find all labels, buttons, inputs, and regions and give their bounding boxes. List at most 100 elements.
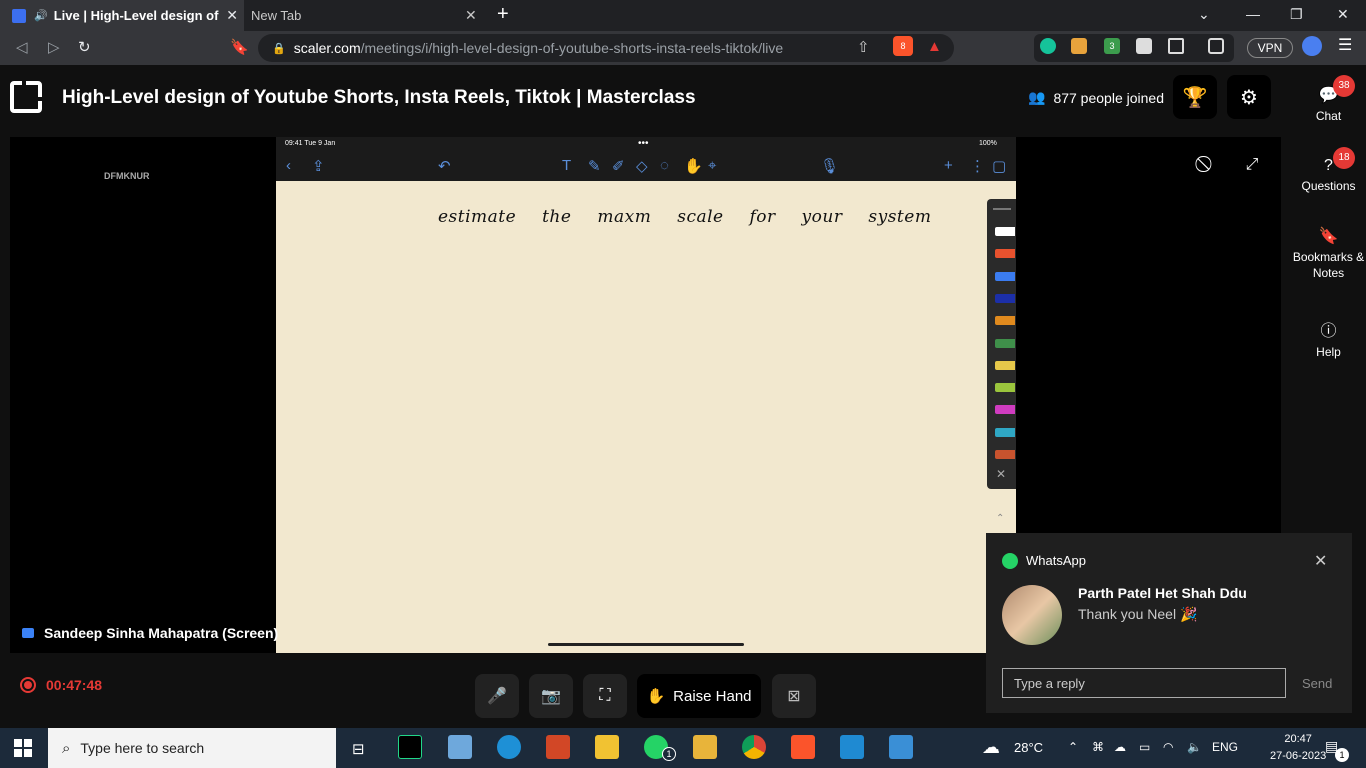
pen-tool-icon: ✎ <box>588 158 601 175</box>
pycharm-icon[interactable] <box>398 735 422 759</box>
extension-person-icon[interactable] <box>1071 38 1087 54</box>
tray-chevron-icon[interactable]: ⌃ <box>1068 740 1078 754</box>
browser-tab-bar: 🔊 Live | High-Level design of Youtube Sh… <box>0 0 1366 31</box>
pen-swatch <box>995 383 1015 393</box>
wallet-icon[interactable] <box>1208 38 1224 54</box>
task-view-icon[interactable]: ⊟ <box>352 740 365 758</box>
rail-bookmarks[interactable]: 🔖 Bookmarks & Notes <box>1291 229 1366 281</box>
sender-name: Parth Patel Het Shah Ddu <box>1078 585 1247 601</box>
back-icon[interactable]: ◁ <box>16 38 28 56</box>
rail-questions[interactable]: ? 18 Questions <box>1291 147 1366 193</box>
new-tab-plus-icon[interactable]: + <box>497 3 509 26</box>
camera-toggle-button[interactable]: 📷 <box>529 674 573 718</box>
hand-icon: ✋ <box>646 688 666 705</box>
notification-close-icon[interactable]: ✕ <box>1314 551 1327 571</box>
volume-icon[interactable]: 🔈 <box>1187 740 1202 754</box>
vscode-icon[interactable] <box>840 735 864 759</box>
reload-icon[interactable]: ↻ <box>78 38 91 56</box>
vpn-button[interactable]: VPN <box>1247 38 1293 58</box>
battery-icon[interactable]: ▭ <box>1139 740 1150 754</box>
speaker-icon[interactable]: 🔊 <box>34 9 48 22</box>
pen-palette: ✕ <box>987 199 1016 489</box>
extension-badge-icon[interactable]: 3 <box>1104 38 1120 54</box>
restore-icon[interactable]: ❐ <box>1290 6 1303 23</box>
weather-cloud-icon[interactable]: ☁ <box>982 737 1000 758</box>
add-page-icon: + <box>944 157 953 174</box>
photos-icon[interactable] <box>889 735 913 759</box>
pen-swatch <box>995 227 1015 236</box>
store-icon[interactable] <box>595 735 619 759</box>
profile-avatar[interactable] <box>1302 36 1322 56</box>
taskbar-search[interactable]: ⌕ Type here to search <box>48 728 336 768</box>
ipad-time: 09:41 Tue 9 Jan <box>285 140 336 147</box>
presenter-label: Sandeep Sinha Mahapatra (Screen) <box>22 625 278 641</box>
extensions-puzzle-icon[interactable] <box>1136 38 1152 54</box>
taskbar: ⌕ Type here to search ⊟ 1 ☁ 28°C ⌃ ⌘ ☁ ▭… <box>0 728 1366 768</box>
palette-close-icon: ✕ <box>996 467 1007 481</box>
help-label: Help <box>1316 345 1341 359</box>
sidebar-icon[interactable] <box>1168 38 1184 54</box>
menu-icon[interactable]: ☰ <box>1338 38 1354 54</box>
brave-rewards-icon[interactable]: ▲ <box>927 38 942 55</box>
onedrive-icon[interactable]: ☁ <box>1114 740 1126 754</box>
grammarly-icon[interactable] <box>1040 38 1056 54</box>
rail-help[interactable]: ⓘ Help <box>1291 317 1366 359</box>
forward-icon[interactable]: ▷ <box>48 38 60 56</box>
pen-swatch <box>995 450 1015 459</box>
info-icon: ⓘ <box>1320 323 1337 340</box>
share-icon[interactable]: ⇧ <box>857 38 870 56</box>
gear-icon: ⚙ <box>1240 86 1258 109</box>
tray-device-icon[interactable]: ⌘ <box>1092 740 1104 754</box>
palette-handle <box>993 208 1011 210</box>
lasso-icon: ◌ <box>660 157 669 174</box>
mic-toggle-button[interactable]: 🎤 <box>475 674 519 718</box>
pen-swatch <box>995 427 1015 437</box>
minimize-icon[interactable]: — <box>1246 6 1260 22</box>
tab-live[interactable]: 🔊 Live | High-Level design of Youtube Sh… <box>0 0 244 31</box>
weather-temp[interactable]: 28°C <box>1014 740 1043 755</box>
scaler-logo[interactable] <box>10 81 42 113</box>
wifi-icon[interactable]: ◠ <box>1163 740 1173 754</box>
rail-chat[interactable]: 💬 38 Chat <box>1291 75 1366 123</box>
brave-taskbar-icon[interactable] <box>791 735 815 759</box>
fullscreen-toggle-button[interactable]: ⛶ <box>583 674 627 718</box>
url-input[interactable]: 🔒 scaler.com/meetings/i/high-level-desig… <box>258 34 954 62</box>
close-new-tab-icon[interactable]: ✕ <box>465 7 477 24</box>
address-bar-row: ◁ ▷ ↻ 🔖 🔒 scaler.com/meetings/i/high-lev… <box>0 31 1366 65</box>
reply-input[interactable] <box>1002 668 1286 698</box>
video-off-button[interactable]: ⃠ <box>1187 149 1227 181</box>
search-icon: ⌕ <box>62 739 71 757</box>
leaderboard-button[interactable]: 🏆 <box>1173 75 1217 119</box>
cube-app-icon[interactable] <box>448 735 472 759</box>
whatsapp-notification[interactable]: WhatsApp ✕ Parth Patel Het Shah Ddu Than… <box>986 533 1352 713</box>
ipad-dots-icon: ••• <box>638 138 649 149</box>
raise-hand-button[interactable]: ✋ Raise Hand <box>637 674 761 718</box>
people-icon: 👥 <box>1028 89 1046 105</box>
screen-share-toggle-button[interactable]: ⊠ <box>772 674 816 718</box>
chrome-icon[interactable] <box>742 735 766 759</box>
close-tab-icon[interactable]: ✕ <box>226 7 238 24</box>
notification-count-badge: 1 <box>1335 748 1349 762</box>
office-app-icon[interactable] <box>546 735 570 759</box>
language-indicator[interactable]: ENG <box>1212 740 1238 754</box>
screen-share-icon <box>22 628 34 638</box>
edge-icon[interactable] <box>497 735 521 759</box>
clock[interactable]: 20:47 27-06-2023 <box>1270 731 1326 765</box>
pen-swatch <box>995 405 1015 415</box>
eraser-icon: ◇ <box>636 158 648 175</box>
bookmark-icon[interactable]: 🔖 <box>230 38 249 56</box>
tab-new[interactable]: New Tab <box>251 8 301 23</box>
file-explorer-icon[interactable] <box>693 735 717 759</box>
fullscreen-button[interactable]: ⤢ <box>1232 149 1272 181</box>
bookmarks-label: Bookmarks & Notes <box>1292 250 1365 280</box>
windows-start-icon[interactable] <box>14 739 32 757</box>
send-button[interactable]: Send <box>1302 676 1332 691</box>
brave-shields-icon[interactable]: 8 <box>893 36 913 56</box>
pen-swatch <box>995 316 1015 326</box>
recording-timer: 00:47:48 <box>46 677 103 693</box>
search-placeholder: Type here to search <box>80 740 205 756</box>
tab-search-chevron-icon[interactable]: ⌄ <box>1198 6 1210 23</box>
more-icon: ⋮ <box>970 158 985 175</box>
settings-button[interactable]: ⚙ <box>1227 75 1271 119</box>
window-close-icon[interactable]: ✕ <box>1337 6 1349 23</box>
